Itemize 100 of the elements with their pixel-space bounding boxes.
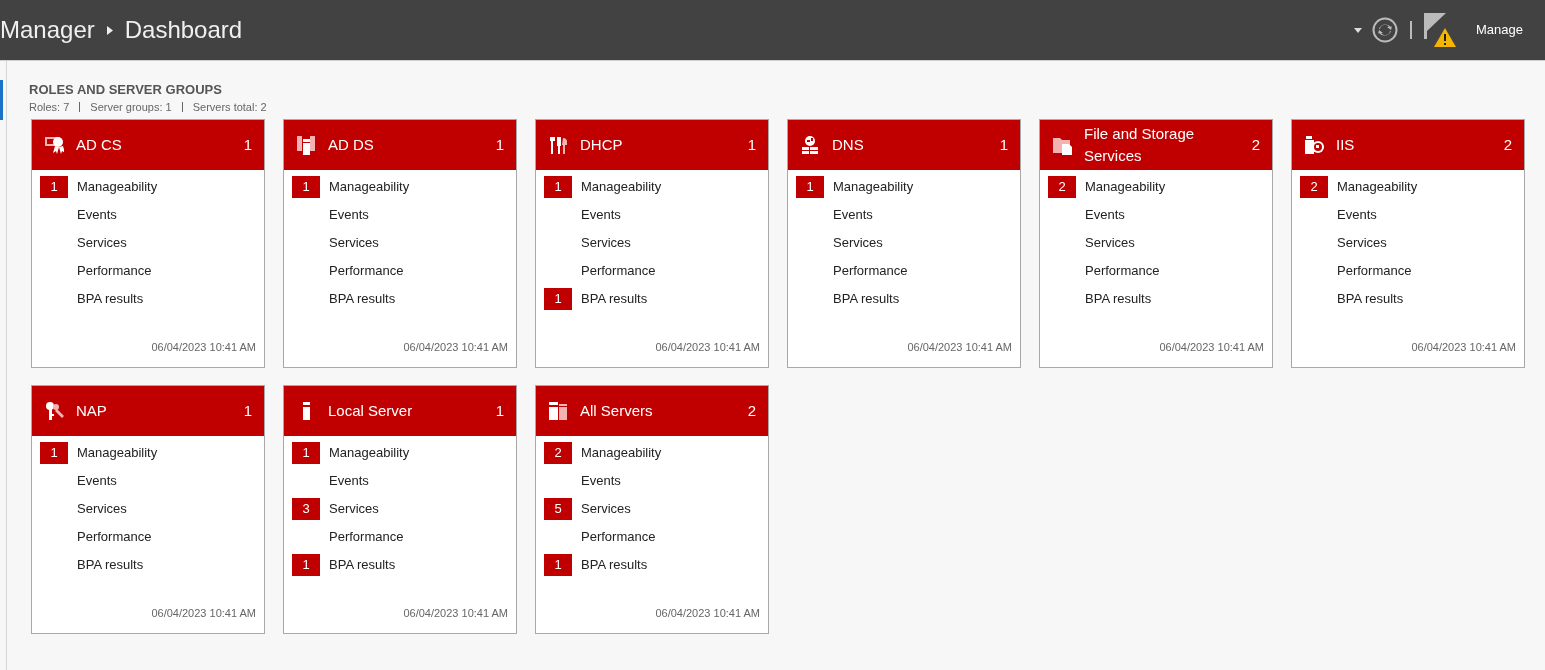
status-link[interactable]: Manageability	[329, 177, 410, 197]
status-link[interactable]: Events	[833, 205, 873, 225]
manage-menu[interactable]: Manage	[1476, 20, 1523, 40]
sidebar-selection-marker[interactable]	[0, 80, 3, 120]
status-link[interactable]: Performance	[1337, 261, 1412, 281]
flag-icon[interactable]	[1424, 13, 1446, 39]
alert-count[interactable]: 2	[544, 442, 572, 464]
status-link[interactable]: BPA results	[329, 289, 396, 309]
role-icon	[1052, 135, 1072, 155]
status-link[interactable]: Performance	[833, 261, 908, 281]
role-icon	[44, 401, 64, 421]
role-tile[interactable]: File and Storage Services 2 2 Manageability Events Services Performance BPA results 06/04/2023 10:41 AM	[1039, 119, 1273, 368]
status-link[interactable]: Services	[329, 499, 379, 519]
summary-text: Servers total: 2	[192, 100, 267, 114]
status-link[interactable]: Services	[1085, 233, 1135, 253]
status-link[interactable]: BPA results	[1085, 289, 1152, 309]
status-link[interactable]: Performance	[581, 261, 656, 281]
summary-text: Roles: 7	[29, 100, 70, 114]
tile-header[interactable]: AD CS 1	[32, 120, 264, 170]
role-tile[interactable]: IIS 2 2 Manageability Events Services Performance BPA results 06/04/2023 10:41 AM	[1291, 119, 1525, 368]
status-link[interactable]: Performance	[1085, 261, 1160, 281]
status-link[interactable]: Events	[329, 205, 369, 225]
status-link[interactable]: Manageability	[581, 177, 662, 197]
status-link[interactable]: BPA results	[77, 555, 144, 575]
tile-header[interactable]: Local Server 1	[284, 386, 516, 436]
alert-count[interactable]: 1	[544, 176, 572, 198]
status-link[interactable]: BPA results	[329, 555, 396, 575]
tile-title: File and Storage Services	[1084, 124, 1196, 166]
alert-count[interactable]: 5	[544, 498, 572, 520]
status-link[interactable]: Services	[77, 233, 127, 253]
alert-count[interactable]: 1	[544, 554, 572, 576]
role-tile[interactable]: AD CS 1 1 Manageability Events Services Performance BPA results 06/04/2023 10:41 AM	[31, 119, 265, 368]
timestamp: 06/04/2023 10:41 AM	[151, 339, 256, 355]
tile-title: DHCP	[580, 135, 624, 155]
tile-header[interactable]: All Servers 2	[536, 386, 768, 436]
role-tile[interactable]: DNS 1 1 Manageability Events Services Performance BPA results 06/04/2023 10:41 AM	[787, 119, 1021, 368]
status-link[interactable]: Services	[77, 499, 127, 519]
alert-count[interactable]: 2	[1300, 176, 1328, 198]
timestamp: 06/04/2023 10:41 AM	[1411, 339, 1516, 355]
tile-header[interactable]: AD DS 1	[284, 120, 516, 170]
status-link[interactable]: Performance	[77, 261, 152, 281]
role-tile[interactable]: AD DS 1 1 Manageability Events Services Performance BPA results 06/04/2023 10:41 AM	[283, 119, 517, 368]
status-link[interactable]: Events	[581, 205, 621, 225]
status-link[interactable]: Performance	[329, 527, 404, 547]
tile-header[interactable]: IIS 2	[1292, 120, 1524, 170]
status-link[interactable]: Manageability	[77, 443, 158, 463]
alert-count[interactable]: 1	[292, 554, 320, 576]
status-link[interactable]: Events	[77, 205, 117, 225]
role-tile[interactable]: DHCP 1 1 Manageability Events Services Performance 1 BPA results 06/04/2023 10:41 AM	[535, 119, 769, 368]
status-link[interactable]: Services	[1337, 233, 1387, 253]
alert-count[interactable]: 1	[292, 442, 320, 464]
role-icon	[548, 401, 568, 421]
status-link[interactable]: Performance	[581, 527, 656, 547]
status-link[interactable]: Manageability	[77, 177, 158, 197]
status-link[interactable]: Manageability	[833, 177, 914, 197]
role-icon	[548, 135, 568, 155]
role-tile[interactable]: NAP 1 1 Manageability Events Services Performance BPA results 06/04/2023 10:41 AM	[31, 385, 265, 634]
status-link[interactable]: Services	[329, 233, 379, 253]
status-link[interactable]: Manageability	[329, 443, 410, 463]
status-link[interactable]: Services	[833, 233, 883, 253]
role-tile[interactable]: All Servers 2 2 Manageability Events 5 Services Performance 1 BPA results 06/04/2023 10:41 AM	[535, 385, 769, 634]
alert-count[interactable]: 1	[40, 176, 68, 198]
breadcrumb-item[interactable]: Manager	[0, 12, 95, 48]
status-link[interactable]: Performance	[329, 261, 404, 281]
status-link[interactable]: Events	[77, 471, 117, 491]
alert-count[interactable]: 1	[40, 442, 68, 464]
role-tile[interactable]: Local Server 1 1 Manageability Events 3 Services Performance 1 BPA results 06/04/2023 10:41 AM	[283, 385, 517, 634]
status-link[interactable]: Services	[581, 233, 631, 253]
status-link[interactable]: Events	[1337, 205, 1377, 225]
status-link[interactable]: BPA results	[581, 555, 648, 575]
alert-count[interactable]: 1	[796, 176, 824, 198]
tile-header[interactable]: DNS 1	[788, 120, 1020, 170]
breadcrumb-item[interactable]: Dashboard	[124, 12, 243, 48]
status-link[interactable]: Performance	[77, 527, 152, 547]
status-link[interactable]: Events	[329, 471, 369, 491]
tile-title: All Servers	[580, 401, 654, 421]
status-link[interactable]: Manageability	[1085, 177, 1166, 197]
alert-count[interactable]: 1	[292, 176, 320, 198]
status-link[interactable]: BPA results	[581, 289, 648, 309]
alert-count[interactable]: 3	[292, 498, 320, 520]
status-link[interactable]: BPA results	[77, 289, 144, 309]
status-link[interactable]: BPA results	[833, 289, 900, 309]
tile-title: AD CS	[76, 135, 123, 155]
tile-header[interactable]: DHCP 1	[536, 120, 768, 170]
status-link[interactable]: Manageability	[581, 443, 662, 463]
breadcrumb-arrow-icon	[106, 25, 113, 35]
status-link[interactable]: Services	[581, 499, 631, 519]
tile-count: 2	[1251, 134, 1260, 155]
timestamp: 06/04/2023 10:41 AM	[403, 339, 508, 355]
tile-header[interactable]: NAP 1	[32, 386, 264, 436]
alert-count[interactable]: 1	[544, 288, 572, 310]
status-link[interactable]: Events	[1085, 205, 1125, 225]
status-link[interactable]: Manageability	[1337, 177, 1418, 197]
status-link[interactable]: BPA results	[1337, 289, 1404, 309]
role-icon	[44, 135, 64, 155]
status-link[interactable]: Events	[581, 471, 621, 491]
alert-count[interactable]: 2	[1048, 176, 1076, 198]
tile-header[interactable]: File and Storage Services 2	[1040, 120, 1272, 170]
dropdown-caret-icon[interactable]	[1354, 27, 1362, 33]
refresh-icon[interactable]	[1372, 17, 1398, 43]
